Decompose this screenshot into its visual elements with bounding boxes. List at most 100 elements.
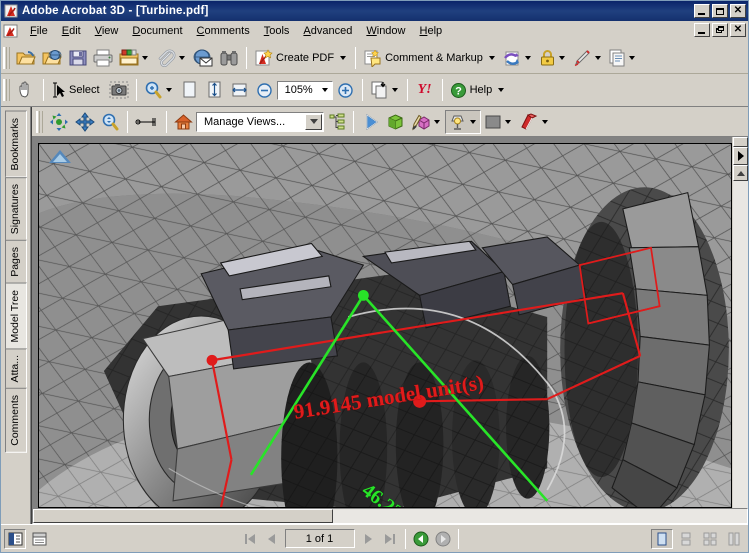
- help-button[interactable]: ? Help: [447, 78, 510, 102]
- chevron-down-icon[interactable]: [391, 88, 398, 92]
- sign-button[interactable]: [570, 46, 606, 70]
- chevron-down-icon[interactable]: [470, 119, 476, 124]
- comment-markup-button[interactable]: Comment & Markup: [360, 46, 500, 70]
- zoom-3d-button[interactable]: [98, 110, 123, 134]
- menu-advanced[interactable]: Advanced: [296, 22, 359, 40]
- chevron-down-icon[interactable]: [498, 88, 505, 92]
- zoom-out-button[interactable]: [252, 78, 277, 102]
- zoom-in-tool-button[interactable]: [141, 78, 177, 102]
- mdi-minimize-button[interactable]: [694, 23, 710, 37]
- open-file-button[interactable]: [13, 46, 39, 70]
- chevron-down-icon[interactable]: [542, 119, 548, 124]
- toggle-model-tree-button[interactable]: [324, 110, 349, 134]
- chevron-down-icon[interactable]: [488, 55, 495, 60]
- mdi-restore-button[interactable]: [712, 23, 728, 37]
- play-animation-button[interactable]: [358, 110, 383, 134]
- chevron-down-icon[interactable]: [179, 55, 185, 60]
- menu-comments[interactable]: Comments: [190, 22, 257, 40]
- last-page-button[interactable]: [379, 529, 401, 549]
- menu-file[interactable]: FFileile: [23, 22, 55, 40]
- previous-view-button[interactable]: [410, 529, 432, 549]
- document-system-icon[interactable]: [3, 24, 19, 39]
- facing-layout-button[interactable]: [699, 529, 721, 549]
- actual-size-button[interactable]: [177, 78, 202, 102]
- continuous-facing-layout-button[interactable]: [723, 529, 745, 549]
- background-color-button[interactable]: [481, 110, 516, 134]
- previous-page-button[interactable]: [261, 529, 283, 549]
- search-button[interactable]: [216, 46, 242, 70]
- fit-width-button[interactable]: [227, 78, 252, 102]
- hscroll-thumb[interactable]: [33, 509, 333, 523]
- organizer-button[interactable]: [116, 46, 153, 70]
- first-page-button[interactable]: [239, 529, 261, 549]
- views-combo[interactable]: Manage Views...: [196, 111, 324, 132]
- vertical-scrollbar[interactable]: [732, 137, 748, 508]
- cross-section-button[interactable]: [516, 110, 553, 134]
- sidebar-tab-bookmarks[interactable]: Bookmarks: [4, 111, 27, 178]
- rotate-3d-button[interactable]: [46, 110, 72, 134]
- three-d-canvas[interactable]: 91.9145 model unit(s) 46.2212 model unit…: [38, 143, 732, 508]
- chevron-down-icon[interactable]: [321, 88, 328, 92]
- chevron-down-icon[interactable]: [558, 55, 565, 60]
- zoom-in-circle-button[interactable]: [333, 78, 358, 102]
- mdi-close-button[interactable]: ✕: [730, 23, 746, 37]
- sidebar-tab-attachments[interactable]: Atta...: [4, 348, 27, 390]
- zoom-level-combo[interactable]: 105%: [276, 80, 333, 100]
- view-triangle-marker[interactable]: [49, 150, 71, 163]
- render-mode-button[interactable]: [383, 110, 408, 134]
- measure-tool-button[interactable]: [132, 109, 162, 134]
- select-tool-button[interactable]: Select: [48, 78, 106, 102]
- menu-help[interactable]: Help: [413, 22, 450, 40]
- menu-edit[interactable]: Edit: [55, 22, 88, 40]
- snapshot-button[interactable]: [106, 78, 132, 102]
- open-web-pdf-button[interactable]: [39, 46, 65, 70]
- scrollbar-track[interactable]: [733, 181, 748, 508]
- fit-page-button[interactable]: [201, 78, 227, 102]
- send-for-review-button[interactable]: [500, 46, 536, 70]
- default-view-button[interactable]: [171, 110, 196, 134]
- menu-document[interactable]: Document: [125, 22, 189, 40]
- chevron-down-icon[interactable]: [434, 119, 440, 124]
- menu-window[interactable]: Window: [359, 22, 412, 40]
- sidebar-tab-signatures[interactable]: Signatures: [4, 176, 27, 241]
- email-button[interactable]: [190, 46, 216, 70]
- scroll-up-button[interactable]: [733, 165, 748, 181]
- menu-view[interactable]: View: [88, 22, 126, 40]
- chevron-down-icon[interactable]: [505, 119, 511, 124]
- toolbar-grip[interactable]: [36, 110, 43, 133]
- secure-button[interactable]: [536, 46, 570, 70]
- hand-tool-button[interactable]: [13, 78, 39, 102]
- page-navigate-button[interactable]: [367, 78, 403, 102]
- maximize-button[interactable]: [712, 4, 728, 18]
- sidebar-tab-comments[interactable]: Comments: [4, 388, 27, 454]
- toolbar-grip[interactable]: [3, 46, 10, 69]
- hscroll-track[interactable]: [32, 508, 748, 524]
- yahoo-toolbar-button[interactable]: Y!: [412, 78, 438, 102]
- create-pdf-button[interactable]: Create PDF: [251, 46, 351, 70]
- views-combo-arrow[interactable]: [305, 113, 322, 130]
- save-button[interactable]: [65, 46, 90, 70]
- chevron-down-icon[interactable]: [165, 88, 172, 92]
- pan-3d-button[interactable]: [72, 110, 98, 134]
- horizontal-scrollbar[interactable]: [32, 508, 748, 524]
- expand-pane-button[interactable]: [733, 147, 748, 165]
- sidebar-tab-model-tree[interactable]: Model Tree: [4, 282, 27, 350]
- chevron-down-icon[interactable]: [594, 55, 601, 60]
- menu-tools[interactable]: Tools: [257, 22, 297, 40]
- close-button[interactable]: ✕: [730, 4, 746, 18]
- page-number-box[interactable]: 1 of 1: [284, 529, 355, 548]
- minimize-button[interactable]: [694, 4, 710, 18]
- forms-button[interactable]: [605, 45, 640, 70]
- chevron-down-icon[interactable]: [142, 55, 148, 60]
- attach-file-button[interactable]: [153, 46, 190, 70]
- chevron-down-icon[interactable]: [524, 55, 531, 60]
- sidebar-tab-pages[interactable]: Pages: [4, 239, 27, 284]
- single-page-layout-button[interactable]: [651, 528, 673, 549]
- page-layout-button[interactable]: [28, 529, 50, 549]
- show-navigation-pane-button[interactable]: [4, 528, 26, 549]
- model-color-button[interactable]: [408, 110, 445, 134]
- next-page-button[interactable]: [357, 529, 379, 549]
- print-button[interactable]: [90, 46, 116, 70]
- chevron-down-icon[interactable]: [340, 55, 347, 60]
- toolbar-grip[interactable]: [3, 79, 10, 101]
